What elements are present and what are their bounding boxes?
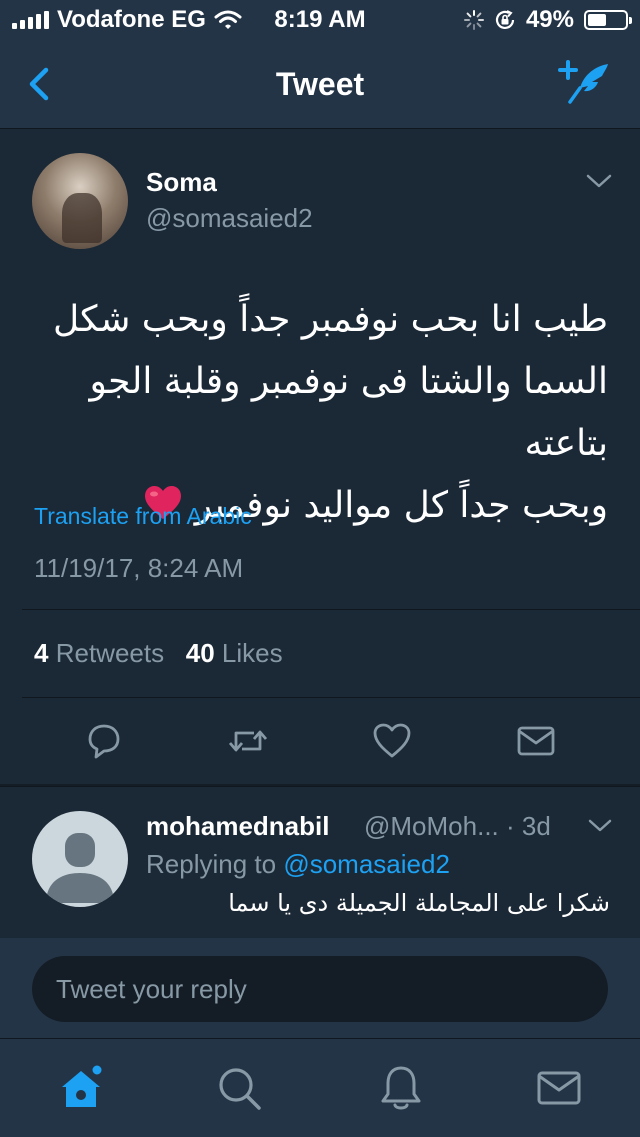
replying-prefix: Replying to: [146, 849, 277, 879]
replying-handle-link[interactable]: @somasaied2: [283, 849, 450, 879]
author-name[interactable]: Soma: [146, 167, 217, 198]
default-avatar-icon: [46, 833, 114, 903]
compose-tweet-icon[interactable]: [558, 58, 614, 106]
notifications-bell-icon[interactable]: [376, 1063, 426, 1113]
search-icon[interactable]: [214, 1063, 264, 1113]
battery-tip: [629, 17, 632, 24]
retweets-label[interactable]: Retweets: [56, 638, 164, 668]
tweet-text-span: وبحب جداً كل مواليد نوفمبر: [194, 485, 608, 526]
nav-bar: Tweet: [0, 40, 640, 129]
battery-fill: [588, 14, 606, 26]
translate-link[interactable]: Translate from Arabic: [34, 503, 252, 530]
battery-percent: 49%: [525, 6, 574, 33]
divider: [22, 609, 640, 610]
tweet-text-line: السما والشتا فى نوفمبر وقلبة الجو بتاعته: [89, 361, 608, 464]
orientation-lock-icon: [495, 10, 515, 29]
reply-text: شكرا على المجاملة الجميلة دى يا سما: [228, 889, 610, 917]
chevron-down-icon[interactable]: [586, 173, 612, 189]
tweet-text: طيب انا بحب نوفمبر جداً وبحب شكل السما و…: [36, 289, 608, 537]
direct-message-icon[interactable]: [514, 719, 558, 763]
like-heart-icon[interactable]: [370, 719, 414, 763]
likes-label[interactable]: Likes: [222, 638, 283, 668]
likes-count[interactable]: 40: [186, 638, 215, 668]
tweet-actions: [0, 719, 640, 763]
status-bar: Vodafone EG 8:19 AM 49%: [0, 0, 640, 40]
reply-handle-text: @MoMoh...: [364, 811, 499, 841]
author-handle[interactable]: @somasaied2: [146, 203, 313, 234]
page-title: Tweet: [275, 66, 365, 102]
tweet-detail: Soma @somasaied2 طيب انا بحب نوفمبر جداً…: [0, 129, 640, 784]
messages-icon[interactable]: [534, 1063, 584, 1113]
reply-composer: [0, 938, 640, 1038]
reply-icon[interactable]: [82, 719, 126, 763]
tweet-timestamp: 11/19/17, 8:24 AM: [34, 553, 244, 583]
home-icon[interactable]: [56, 1063, 106, 1113]
retweet-icon[interactable]: [226, 719, 270, 763]
avatar[interactable]: [32, 811, 128, 907]
reply-item[interactable]: mohamednabil @MoMoh... · 3d Replying to …: [0, 786, 640, 939]
replying-to: Replying to @somasaied2: [146, 849, 450, 880]
activity-spinner-icon: [463, 10, 484, 30]
reply-age: · 3d: [506, 811, 551, 841]
reply-input[interactable]: [32, 956, 608, 1022]
retweets-count[interactable]: 4: [34, 638, 48, 668]
divider: [22, 697, 640, 698]
status-right: 49%: [463, 6, 632, 34]
tweet-stats: 4 Retweets 40 Likes: [34, 638, 283, 669]
battery-icon: [584, 10, 632, 30]
avatar[interactable]: [32, 153, 128, 249]
reply-author-handle[interactable]: @MoMoh... · 3d: [364, 811, 551, 842]
reply-author-name[interactable]: mohamednabil: [146, 811, 329, 842]
tab-bar: [0, 1038, 640, 1137]
tweet-text-line: طيب انا بحب نوفمبر جداً وبحب شكل: [53, 299, 608, 340]
chevron-down-icon[interactable]: [588, 819, 612, 833]
